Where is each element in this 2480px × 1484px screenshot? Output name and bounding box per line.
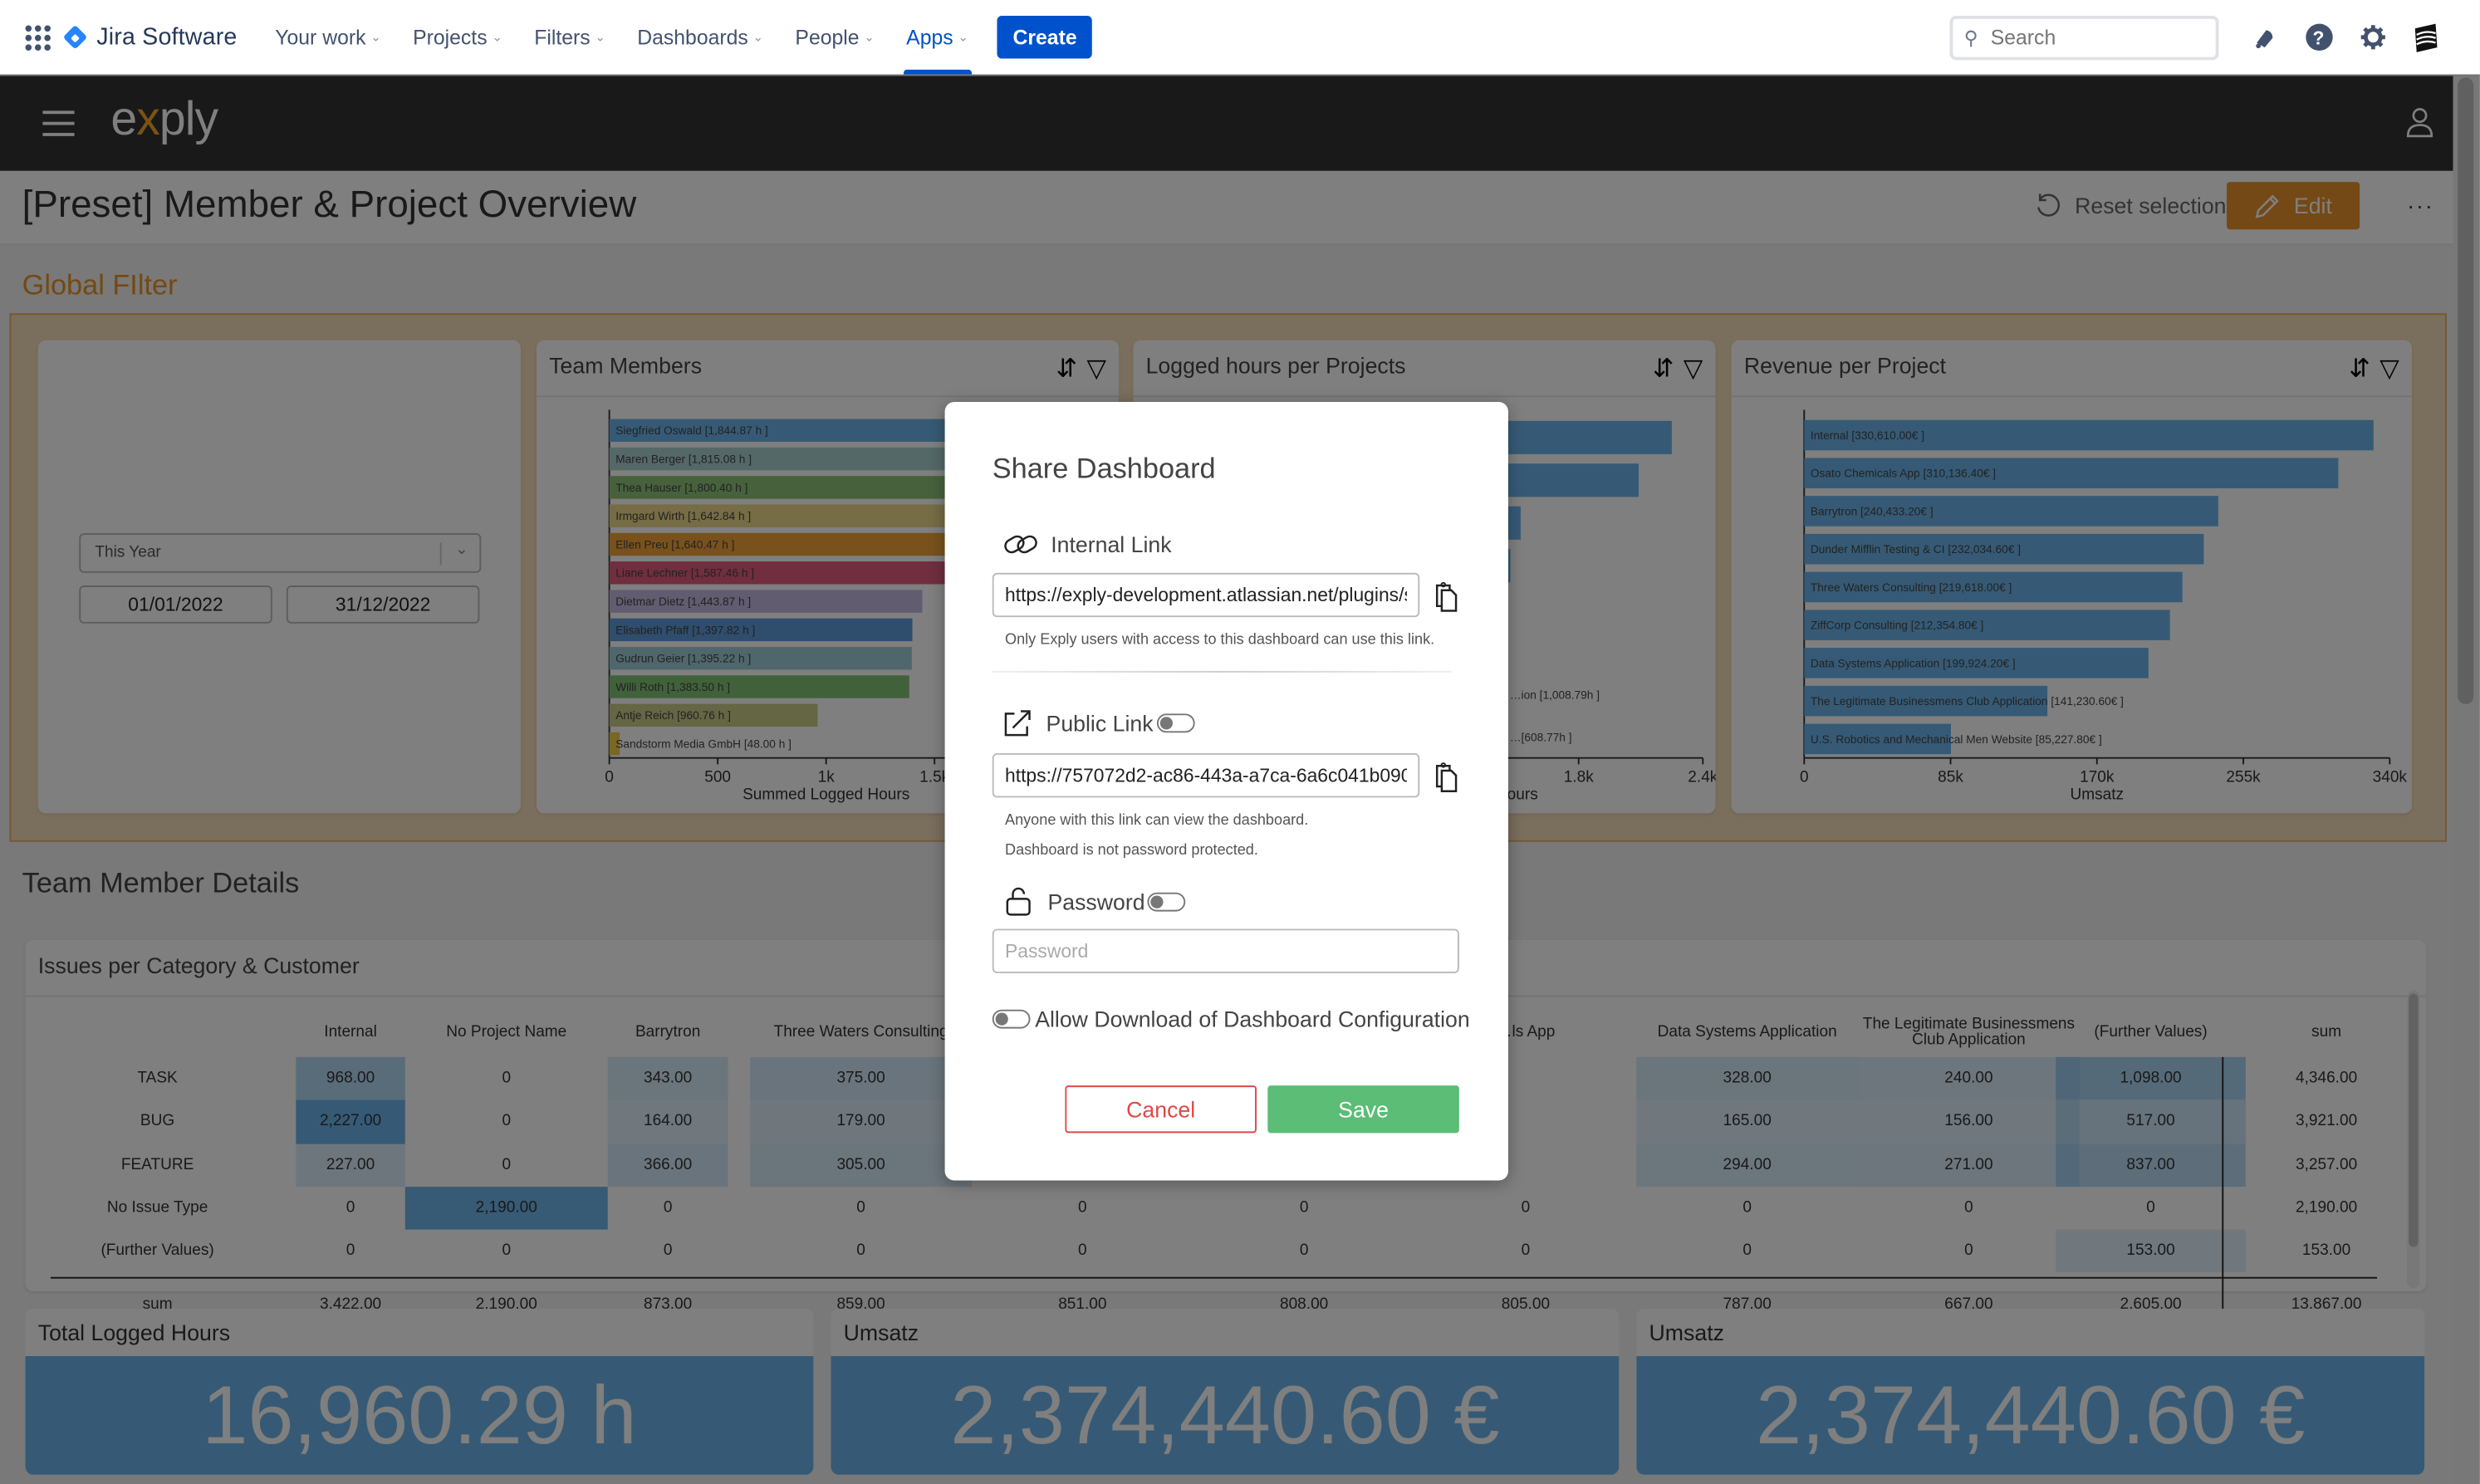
- chevron-down-icon: ⌄: [864, 30, 875, 45]
- share-dashboard-modal: Share Dashboard Internal Link Only Exply…: [944, 401, 1508, 1181]
- nav-right: ⚲ ?: [1949, 0, 2453, 75]
- unlock-icon: [1006, 887, 1031, 916]
- search-icon: ⚲: [1963, 26, 1978, 49]
- internal-link-input[interactable]: [992, 572, 1420, 618]
- chevron-down-icon: ⌄: [958, 30, 969, 45]
- settings-gear-icon[interactable]: [2355, 20, 2389, 55]
- public-link-toggle[interactable]: [1156, 713, 1195, 733]
- external-link-icon: [1004, 710, 1031, 737]
- jira-logo[interactable]: Jira Software: [62, 23, 238, 51]
- nav-item-projects[interactable]: Projects ⌄: [413, 0, 502, 75]
- public-link-input[interactable]: [992, 753, 1420, 798]
- chevron-down-icon: ⌄: [752, 30, 764, 45]
- nav-item-apps[interactable]: Apps ⌄: [903, 0, 973, 75]
- password-input[interactable]: [992, 928, 1459, 973]
- password-label: Password: [1005, 886, 1187, 916]
- nav-item-dashboards[interactable]: Dashboards ⌄: [637, 0, 763, 75]
- nav-menu: Your work ⌄ Projects ⌄ Filters ⌄ Dashboards ⌄ Pe…: [259, 0, 984, 75]
- allow-download-row: Allow Download of Dashboard Configuratio…: [992, 1006, 1470, 1031]
- help-icon[interactable]: ?: [2301, 20, 2336, 55]
- chevron-down-icon: ⌄: [492, 30, 503, 45]
- chevron-down-icon: ⌄: [370, 30, 381, 45]
- jira-product-name: Jira Software: [96, 23, 238, 51]
- cancel-button[interactable]: Cancel: [1065, 1085, 1257, 1134]
- chevron-down-icon: ⌄: [595, 30, 606, 45]
- allow-download-toggle[interactable]: [992, 1009, 1031, 1029]
- copy-public-link-icon[interactable]: [1432, 762, 1460, 793]
- divider: [992, 670, 1452, 673]
- search-input[interactable]: [1987, 23, 2200, 51]
- save-button[interactable]: Save: [1267, 1085, 1459, 1134]
- search-box[interactable]: ⚲: [1949, 15, 2219, 60]
- nav-item-your-work[interactable]: Your work ⌄: [275, 0, 381, 75]
- link-icon: [1004, 535, 1037, 554]
- password-status-note: Dashboard is not password protected.: [1004, 841, 1258, 860]
- copy-internal-link-icon[interactable]: [1432, 580, 1460, 612]
- profile-avatar-icon[interactable]: [2409, 20, 2443, 55]
- public-link-note: Anyone with this link can view the dashb…: [1004, 811, 1309, 830]
- create-button[interactable]: Create: [997, 16, 1093, 59]
- jira-diamond-icon: [62, 24, 88, 50]
- internal-link-note: Only Exply users with access to this das…: [1004, 631, 1435, 649]
- internal-link-label: Internal Link: [1003, 531, 1172, 557]
- notifications-bell-icon[interactable]: [2247, 20, 2282, 55]
- password-toggle[interactable]: [1148, 891, 1187, 911]
- modal-title: Share Dashboard: [992, 452, 1216, 485]
- jira-top-nav: Jira Software Your work ⌄ Projects ⌄ Filters…: [0, 0, 2480, 76]
- app-switcher-icon[interactable]: [25, 24, 51, 51]
- public-link-label: Public Link: [1003, 709, 1195, 737]
- nav-item-filters[interactable]: Filters ⌄: [534, 0, 605, 75]
- nav-item-people[interactable]: People ⌄: [795, 0, 875, 75]
- app-window: Jira Software Your work ⌄ Projects ⌄ Filters…: [0, 0, 2480, 1484]
